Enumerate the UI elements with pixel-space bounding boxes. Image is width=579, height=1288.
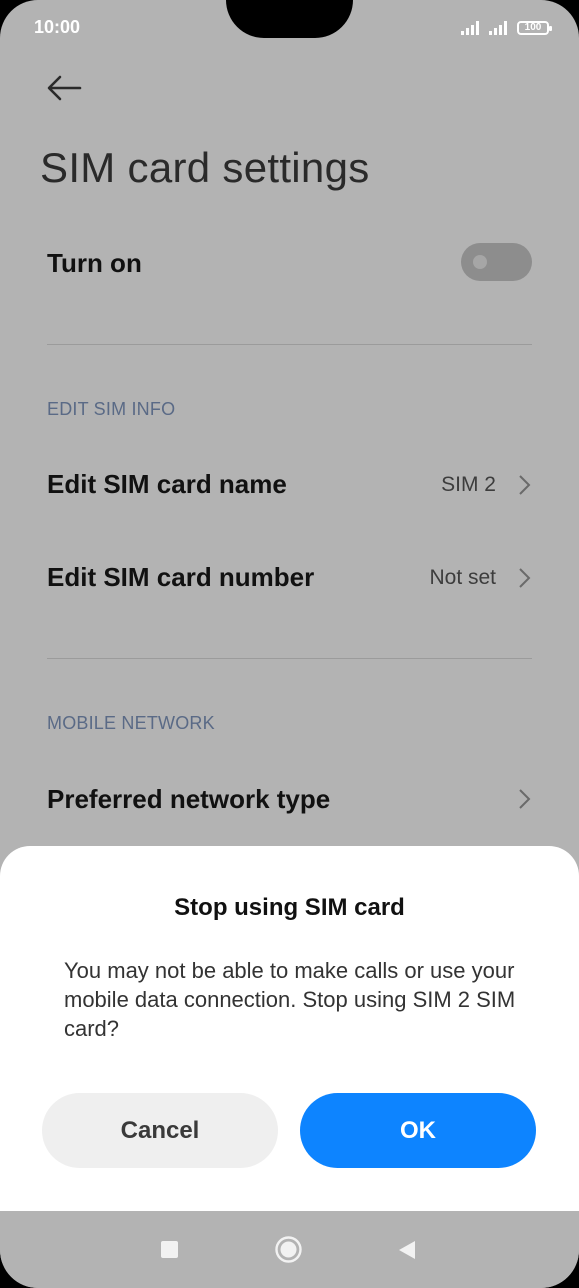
section-label-edit-sim-info: EDIT SIM INFO bbox=[47, 399, 176, 419]
dialog-title: Stop using SIM card bbox=[174, 894, 405, 921]
back-triangle-icon[interactable] bbox=[398, 1240, 416, 1260]
divider bbox=[47, 344, 532, 345]
arrow-left-icon bbox=[47, 75, 82, 101]
edit-sim-card-name-label: Edit SIM card name bbox=[47, 469, 287, 499]
recents-square-icon[interactable] bbox=[161, 1241, 178, 1258]
battery-icon: 100 bbox=[517, 21, 552, 35]
status-bar: 10:00 100 bbox=[0, 0, 579, 56]
dialog-message: You may not be able to make calls or use… bbox=[64, 958, 516, 1041]
status-icons: 100 bbox=[461, 18, 552, 38]
home-circle-icon[interactable] bbox=[274, 1235, 303, 1264]
stop-using-sim-dialog: Stop using SIM card You may not be able … bbox=[0, 846, 579, 1211]
sim-card-number-value: Not set bbox=[429, 566, 496, 589]
ok-button[interactable]: OK bbox=[300, 1093, 536, 1168]
sim-card-name-value: SIM 2 bbox=[441, 473, 496, 496]
status-time: 10:00 bbox=[34, 17, 81, 37]
preferred-network-type-label: Preferred network type bbox=[47, 784, 331, 814]
navigation-bar bbox=[0, 1211, 579, 1288]
signal-sim1-icon bbox=[461, 21, 479, 35]
turn-on-toggle[interactable] bbox=[461, 243, 532, 281]
phone-screen: 10:00 100 SIM card settings Turn on EDIT… bbox=[0, 0, 579, 1288]
section-label-mobile-network: MOBILE NETWORK bbox=[47, 713, 215, 733]
chevron-right-icon bbox=[519, 789, 531, 809]
edit-sim-card-number-label: Edit SIM card number bbox=[47, 562, 315, 592]
back-button[interactable] bbox=[44, 70, 84, 106]
page-title: SIM card settings bbox=[40, 144, 370, 191]
cancel-button[interactable]: Cancel bbox=[42, 1093, 278, 1168]
chevron-right-icon bbox=[519, 568, 531, 588]
turn-on-label: Turn on bbox=[47, 248, 142, 278]
divider bbox=[47, 658, 532, 659]
toggle-knob bbox=[473, 255, 487, 269]
chevron-right-icon bbox=[519, 475, 531, 495]
signal-sim2-icon bbox=[489, 21, 507, 35]
